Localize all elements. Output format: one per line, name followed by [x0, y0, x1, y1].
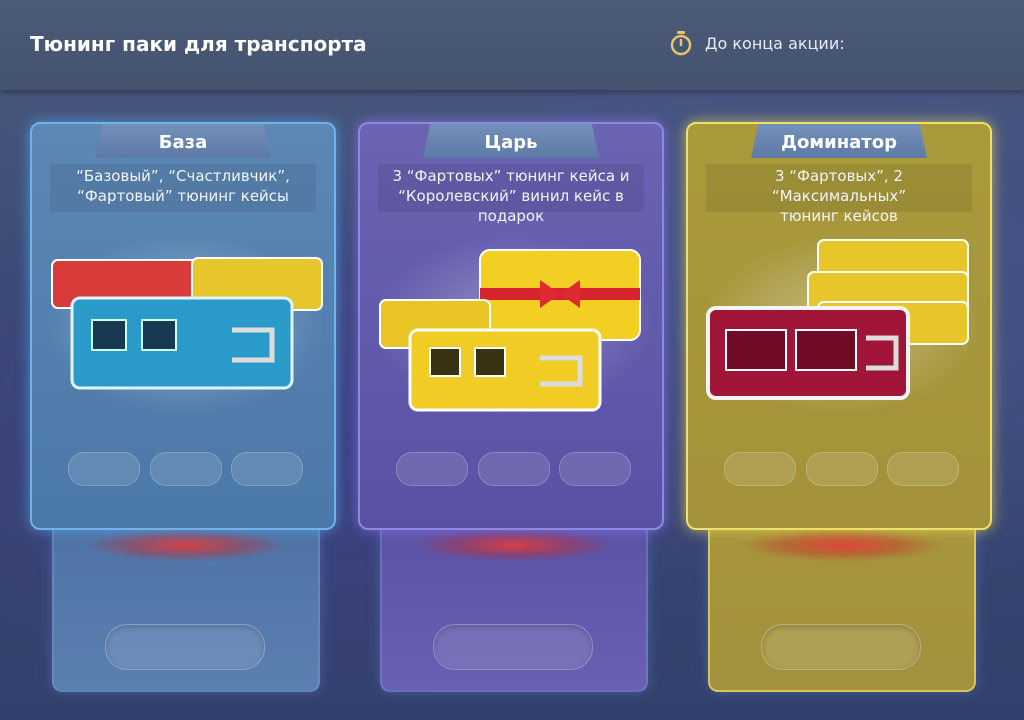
- pack-card-dominator[interactable]: Доминатор 3 “Фартовых”, 2 “Максимальных”…: [686, 122, 992, 530]
- promo-timer-label: До конца акции:: [705, 34, 845, 53]
- red-glow: [740, 528, 944, 562]
- option-chip[interactable]: [68, 452, 140, 486]
- pack-description: 3 “Фартовых” тюнинг кейса и “Королевский…: [378, 164, 644, 225]
- pack-card-base[interactable]: База “Базовый”, “Счастливчик”, “Фартовый…: [30, 122, 336, 530]
- option-chip[interactable]: [150, 452, 222, 486]
- pack-title: Царь: [423, 124, 599, 158]
- option-chip[interactable]: [478, 452, 550, 486]
- pack-title: База: [95, 124, 271, 158]
- red-glow: [412, 528, 616, 562]
- cases-illustration: [45, 235, 325, 415]
- top-bar: Тюнинг паки для транспорта До конца акци…: [0, 0, 1024, 90]
- pack-card-tsar[interactable]: Царь 3 “Фартовых” тюнинг кейса и “Короле…: [358, 122, 664, 530]
- red-glow: [84, 528, 288, 562]
- pack-title: Доминатор: [751, 124, 927, 158]
- buy-button-dominator[interactable]: [761, 624, 921, 670]
- option-chip[interactable]: [806, 452, 878, 486]
- cases-illustration: [701, 235, 981, 415]
- cases-illustration: [373, 235, 653, 415]
- option-chip[interactable]: [887, 452, 959, 486]
- option-chip[interactable]: [724, 452, 796, 486]
- pack-description: “Базовый”, “Счастливчик”, “Фартовый” тюн…: [50, 164, 316, 212]
- stopwatch-icon: [670, 31, 692, 56]
- buy-button-tsar[interactable]: [433, 624, 593, 670]
- option-chip[interactable]: [559, 452, 631, 486]
- page-title: Тюнинг паки для транспорта: [30, 32, 367, 56]
- pack-description: 3 “Фартовых”, 2 “Максимальных” тюнинг ке…: [706, 164, 972, 225]
- option-chip[interactable]: [231, 452, 303, 486]
- option-chip[interactable]: [396, 452, 468, 486]
- buy-button-base[interactable]: [105, 624, 265, 670]
